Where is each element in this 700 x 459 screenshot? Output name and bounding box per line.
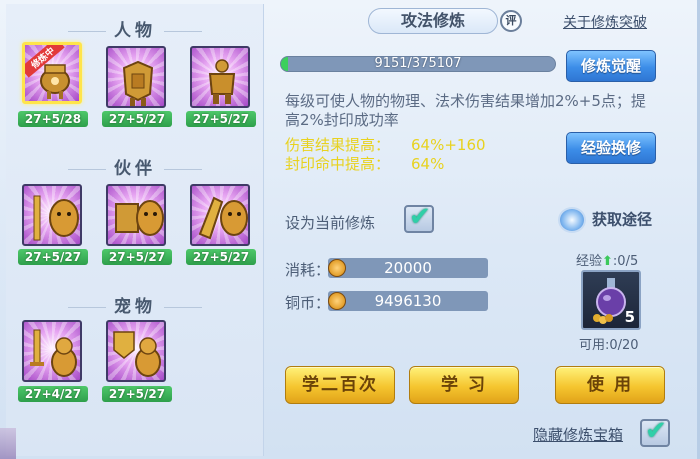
stat-label: 伤害结果提高：: [285, 136, 391, 154]
usable-count: 可用:0/20: [579, 338, 639, 353]
effect-description: 每级可使人物的物理、法术伤害结果增加2%+5点；提高2%封印成功率: [285, 92, 646, 129]
stat-label: 封印命中提高：: [285, 155, 391, 173]
slot-character-magic-defense[interactable]: [190, 46, 250, 108]
level-label: 27+5/27: [102, 111, 172, 127]
level-label: 27+5/28: [18, 111, 88, 127]
exchange-exp-button[interactable]: 经验换修: [566, 132, 656, 164]
level-label: 27+4/27: [18, 386, 88, 402]
corner-decoration: [0, 428, 16, 459]
learn-200-button[interactable]: 学二百次: [285, 366, 395, 404]
copper-value-bar: 9496130: [328, 291, 488, 311]
exp-item-slot[interactable]: 5: [581, 270, 641, 330]
hide-chest-label: 隐藏修炼宝箱: [533, 426, 624, 444]
use-button[interactable]: 使 用: [555, 366, 665, 404]
item-quantity: 5: [624, 308, 635, 326]
coin-icon: [328, 292, 346, 310]
stat-seal: 封印命中提高： 64%: [285, 155, 444, 174]
level-label: 27+5/27: [102, 249, 172, 265]
book-icon: [558, 207, 586, 233]
slot-partner-magic-defense[interactable]: [190, 184, 250, 246]
progress-text: 9151/375107: [374, 56, 462, 71]
section-title-character: 人物: [6, 16, 264, 41]
section-title-partner: 伙伴: [6, 154, 264, 179]
level-label: 27+5/27: [186, 249, 256, 265]
bronze-guardian-icon: [208, 59, 236, 104]
cost-label: 消耗：: [285, 261, 331, 279]
arrow-up-icon: ⬆: [602, 254, 613, 269]
level-label: 27+5/27: [18, 249, 88, 265]
check-icon: ✔: [409, 202, 431, 232]
leopard-bracer-icon: [198, 196, 248, 240]
cultivation-type-panel: 人物 修炼中 27+5/28 27+5/27 27+5/27 伙伴 27+5/2…: [6, 4, 264, 456]
exp-progress-bar: 9151/375107: [280, 56, 556, 72]
cat-shield-icon: [113, 331, 161, 377]
slot-partner-attack[interactable]: [22, 184, 82, 246]
level-label: 27+5/27: [102, 386, 172, 402]
slot-partner-defense[interactable]: [106, 184, 166, 246]
slot-character-attack[interactable]: 修炼中: [22, 42, 82, 104]
stat-damage: 伤害结果提高： 64%+160: [285, 136, 486, 155]
hide-chest-checkbox[interactable]: ✔: [640, 416, 670, 447]
slot-pet-defense[interactable]: [106, 320, 166, 382]
get-way-link[interactable]: 获取途径: [558, 207, 652, 233]
coin-icon: [328, 259, 346, 277]
check-icon: ✔: [645, 416, 667, 446]
section-title-pet: 宠物: [6, 292, 264, 317]
bronze-armor-icon: [122, 60, 154, 106]
cat-sword-icon: [30, 329, 77, 377]
slot-pet-attack[interactable]: [22, 320, 82, 382]
cost-value-bar: 20000: [328, 258, 488, 278]
breakthrough-link[interactable]: 关于修炼突破: [563, 12, 647, 32]
copper-label: 铜币：: [285, 294, 331, 312]
stat-value: 64%+160: [411, 136, 486, 154]
page-title: 攻法修炼: [368, 8, 498, 34]
set-current-label: 设为当前修炼: [285, 214, 376, 232]
stat-value: 64%: [411, 155, 445, 173]
set-current-checkbox[interactable]: ✔: [404, 202, 434, 233]
level-label: 27+5/27: [186, 111, 256, 127]
leopard-sword-icon: [33, 195, 79, 241]
awaken-button[interactable]: 修炼觉醒: [566, 50, 656, 82]
leopard-armor-icon: [115, 200, 164, 236]
learn-button[interactable]: 学 习: [409, 366, 519, 404]
exp-count: 经验⬆:0/5: [576, 254, 639, 269]
evaluate-icon[interactable]: 评: [500, 10, 522, 32]
slot-character-defense[interactable]: [106, 46, 166, 108]
